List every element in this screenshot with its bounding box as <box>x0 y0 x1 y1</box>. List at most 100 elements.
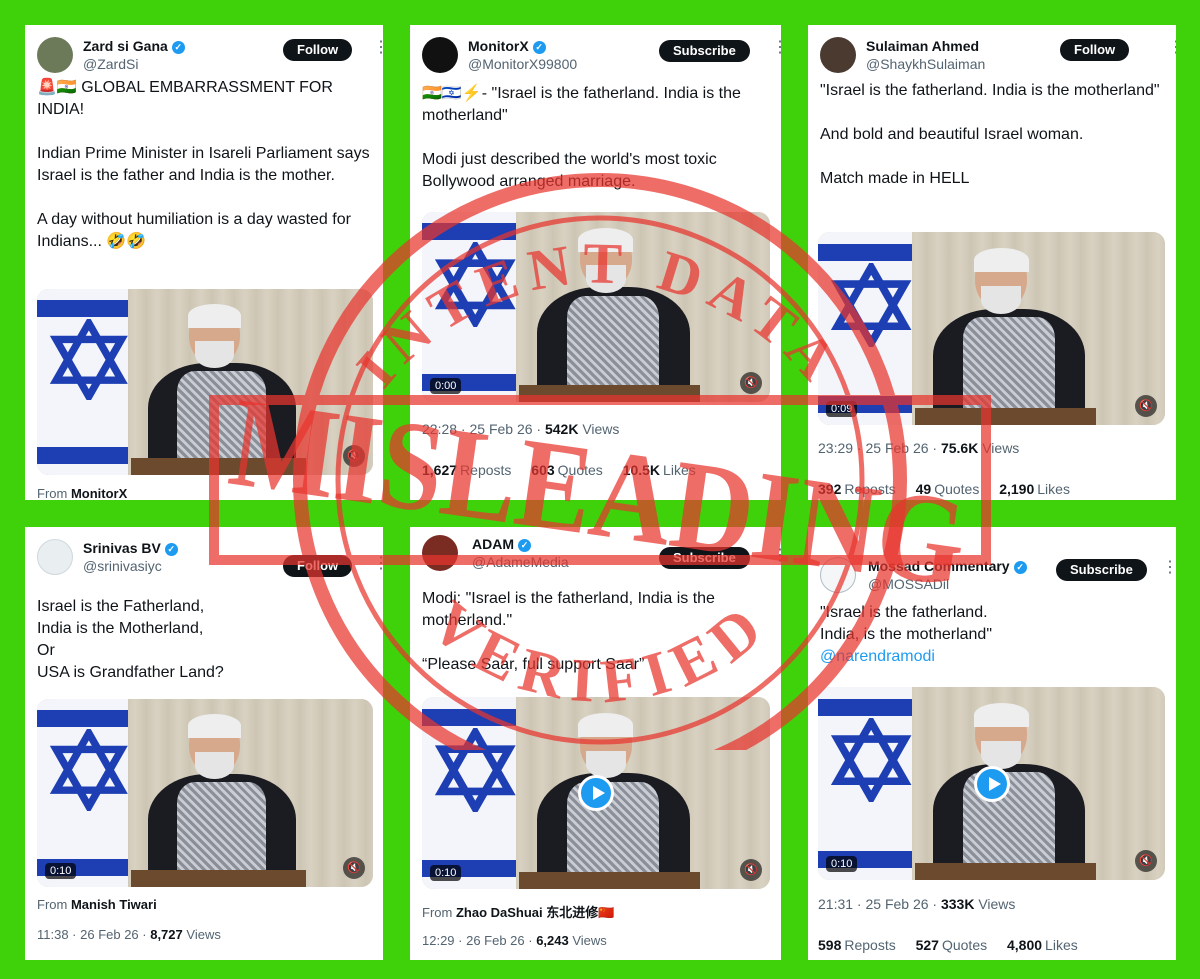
subscribe-button[interactable]: Subscribe <box>659 40 750 62</box>
subscribe-button[interactable]: Subscribe <box>1056 559 1147 581</box>
display-name[interactable]: Mossad Commentary ✓ <box>868 558 1027 574</box>
israel-flag-image <box>422 697 516 889</box>
tweet-card: MonitorX ✓ @MonitorX99800 Subscribe ⋮ 🇮🇳🇮… <box>410 25 781 500</box>
mute-icon[interactable]: 🔇 <box>1135 850 1157 872</box>
quotes-count[interactable]: 49 Quotes <box>916 481 980 497</box>
video-thumbnail[interactable]: 0:10 🔇 <box>818 687 1165 880</box>
video-source: From MonitorX <box>37 486 128 500</box>
avatar[interactable] <box>37 539 73 575</box>
mute-icon[interactable]: 🔇 <box>740 859 762 881</box>
tweet-text: "Israel is the fatherland. India, is the… <box>820 604 992 665</box>
mute-icon[interactable]: 🔇 <box>343 857 365 879</box>
verified-badge-icon: ✓ <box>518 539 531 552</box>
tweet-timestamp: 11:38 · 26 Feb 26 · 8,727 Views <box>37 927 221 942</box>
israel-flag-image <box>37 289 128 475</box>
follow-button[interactable]: Follow <box>283 39 353 61</box>
tweet-stats: 598 Reposts 527 Quotes 4,800 Likes <box>818 937 1094 953</box>
more-dots-icon[interactable]: ⋮ <box>772 37 781 57</box>
tweet-text: 🚨🇮🇳 GLOBAL EMBARRASSMENT FOR INDIA! Indi… <box>37 79 370 250</box>
tweet-card: ADAM ✓ @AdameMedia Subscribe ⋮ Modi: "Isr… <box>410 527 781 960</box>
reposts-count[interactable]: 1,627 Reposts <box>422 462 511 478</box>
tweet-text: Modi: "Israel is the fatherland, India i… <box>422 590 715 673</box>
tweet-header: Zard si Gana ✓ @ZardSi Follow ⋮ <box>37 37 383 77</box>
tweet-header: Srinivas BV ✓ @srinivasiyc Follow ⋮ <box>37 539 383 579</box>
more-dots-icon[interactable]: ⋮ <box>373 553 383 573</box>
verified-badge-icon: ✓ <box>171 41 185 54</box>
play-icon[interactable] <box>973 765 1010 802</box>
speaker-image <box>536 227 690 402</box>
tweet-stats: 392 Reposts 49 Quotes 2,190 Likes <box>818 481 1086 497</box>
mute-icon[interactable]: 🔇 <box>1135 395 1157 417</box>
reposts-count[interactable]: 598 Reposts <box>818 937 896 953</box>
more-dots-icon[interactable]: ⋮ <box>1162 557 1176 577</box>
tweet-stats: 1,627 Reposts 603 Quotes 10.5K Likes <box>422 462 712 478</box>
avatar[interactable] <box>820 557 856 593</box>
tweet-card: Zard si Gana ✓ @ZardSi Follow ⋮ 🚨🇮🇳 GLOBA… <box>25 25 383 500</box>
tweet-text: "Israel is the fatherland. India is the … <box>820 82 1160 187</box>
tweet-header: Sulaiman Ahmed @ShaykhSulaiman Follow ⋮ <box>820 37 1176 77</box>
likes-count[interactable]: 4,800 Likes <box>1007 937 1078 953</box>
likes-count[interactable]: 10.5K Likes <box>623 462 696 478</box>
avatar[interactable] <box>422 37 458 73</box>
reposts-count[interactable]: 392 Reposts <box>818 481 896 497</box>
follow-button[interactable]: Follow <box>1060 39 1130 61</box>
video-thumbnail[interactable]: 0:00 🔇 <box>422 212 770 402</box>
mention-link[interactable]: @narendramodi <box>820 648 935 665</box>
avatar[interactable] <box>820 37 856 73</box>
user-handle[interactable]: @ShaykhSulaiman <box>866 56 985 72</box>
tweet-timestamp: 12:29 · 26 Feb 26 · 6,243 Views <box>422 933 607 948</box>
speaker-image <box>147 714 296 887</box>
user-handle[interactable]: @MOSSADil <box>868 576 949 592</box>
video-timer: 0:10 <box>45 863 77 879</box>
user-handle[interactable]: @MonitorX99800 <box>468 56 577 72</box>
tweet-header: MonitorX ✓ @MonitorX99800 Subscribe ⋮ <box>422 37 781 77</box>
quotes-count[interactable]: 527 Quotes <box>916 937 988 953</box>
video-thumbnail[interactable]: 0:09 🔇 <box>818 232 1165 425</box>
speaker-image <box>147 304 296 475</box>
israel-flag-image <box>422 212 516 402</box>
display-name[interactable]: Zard si Gana ✓ <box>83 38 185 54</box>
subscribe-button[interactable]: Subscribe <box>659 547 750 569</box>
user-handle[interactable]: @AdameMedia <box>472 554 569 570</box>
user-handle[interactable]: @srinivasiyc <box>83 558 162 574</box>
display-name[interactable]: MonitorX ✓ <box>468 38 546 54</box>
play-icon[interactable] <box>578 775 614 811</box>
more-dots-icon[interactable]: ⋮ <box>772 545 781 565</box>
quotes-count[interactable]: 603 Quotes <box>531 462 603 478</box>
video-timer: 0:09 <box>826 401 858 417</box>
display-name[interactable]: Srinivas BV ✓ <box>83 540 178 556</box>
video-source: From Manish Tiwari <box>37 897 157 912</box>
video-source: From Zhao DaShuai 东北进修🇨🇳 <box>422 905 615 920</box>
verified-badge-icon: ✓ <box>1013 561 1027 574</box>
video-thumbnail[interactable]: 0:10 🔇 <box>422 697 770 889</box>
video-thumbnail[interactable]: 0:10 🔇 <box>37 699 373 887</box>
display-name[interactable]: Sulaiman Ahmed <box>866 38 979 54</box>
user-handle[interactable]: @ZardSi <box>83 56 138 72</box>
tweet-header: ADAM ✓ @AdameMedia Subscribe ⋮ <box>422 535 781 575</box>
more-dots-icon[interactable]: ⋮ <box>1168 37 1176 57</box>
tweet-text: 🇮🇳🇮🇱⚡- "Israel is the fatherland. India … <box>422 85 741 190</box>
mute-icon[interactable]: 🔇 <box>740 372 762 394</box>
tweet-card: Srinivas BV ✓ @srinivasiyc Follow ⋮ Israe… <box>25 527 383 960</box>
avatar[interactable] <box>37 37 73 73</box>
avatar[interactable] <box>422 535 458 571</box>
tweet-card: Sulaiman Ahmed @ShaykhSulaiman Follow ⋮ … <box>808 25 1176 500</box>
display-name[interactable]: ADAM ✓ <box>472 536 531 552</box>
likes-count[interactable]: 2,190 Likes <box>999 481 1070 497</box>
video-timer: 0:10 <box>826 856 858 872</box>
tweet-timestamp: 22:28 · 25 Feb 26 · 542K Views <box>422 421 620 437</box>
video-thumbnail[interactable]: 🔇 <box>37 289 373 475</box>
speaker-image <box>932 702 1086 880</box>
follow-button[interactable]: Follow <box>283 555 353 577</box>
israel-flag-image <box>818 687 912 880</box>
tweet-text: Israel is the Fatherland, India is the M… <box>37 598 224 681</box>
video-timer: 0:00 <box>430 378 462 394</box>
israel-flag-image <box>37 699 128 887</box>
mute-icon[interactable]: 🔇 <box>343 445 365 467</box>
verified-badge-icon: ✓ <box>532 41 546 54</box>
more-dots-icon[interactable]: ⋮ <box>373 37 383 57</box>
speaker-image <box>932 247 1086 425</box>
israel-flag-image <box>818 232 912 425</box>
video-timer: 0:10 <box>430 865 462 881</box>
tweet-timestamp: 21:31 · 25 Feb 26 · 333K Views <box>818 896 1016 912</box>
